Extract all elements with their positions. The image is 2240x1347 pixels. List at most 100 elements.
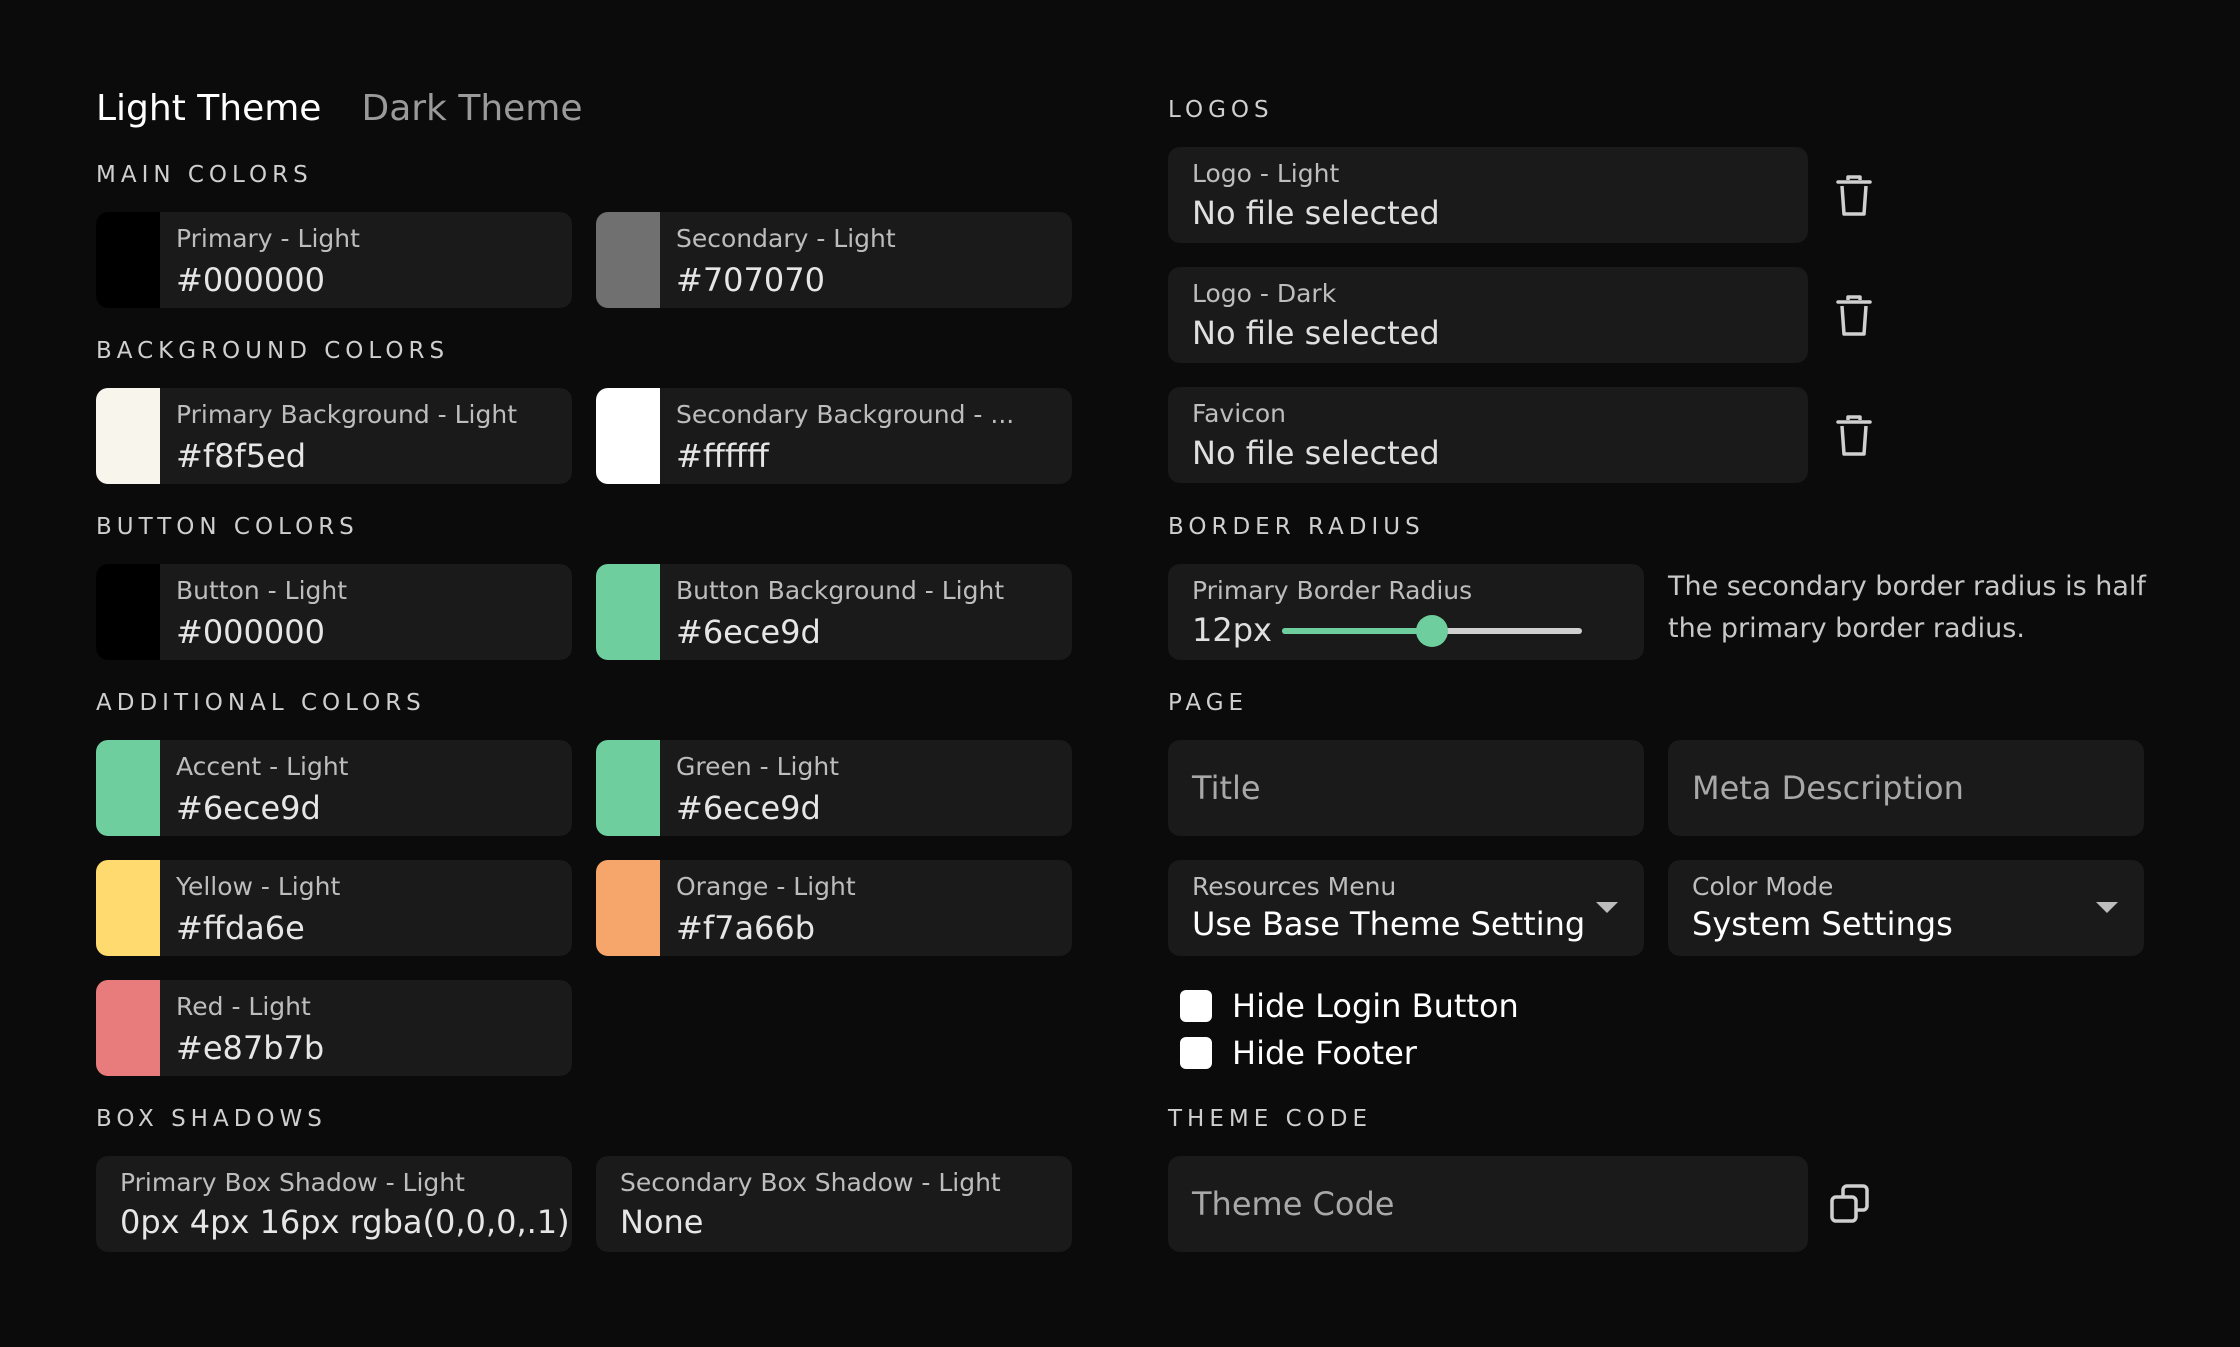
copy-theme-code-button[interactable]: [1824, 1178, 1876, 1230]
section-background-colors: BACKGROUND COLORS: [96, 338, 450, 364]
color-label: Yellow - Light: [176, 872, 341, 901]
color-swatch[interactable]: [96, 740, 160, 836]
checkbox-label: Hide Login Button: [1232, 987, 1519, 1025]
page-title-input[interactable]: Title: [1168, 740, 1644, 836]
tab-dark-theme[interactable]: Dark Theme: [361, 88, 582, 129]
color-green[interactable]: Green - Light #6ece9d: [596, 740, 1072, 836]
color-value[interactable]: #6ece9d: [176, 789, 349, 827]
trash-icon: [1836, 175, 1872, 216]
section-box-shadows: BOX SHADOWS: [96, 1106, 327, 1132]
trash-icon: [1836, 295, 1872, 336]
color-orange[interactable]: Orange - Light #f7a66b: [596, 860, 1072, 956]
field-label: Primary Border Radius: [1192, 576, 1473, 605]
color-label: Button - Light: [176, 576, 348, 605]
hide-footer-option[interactable]: Hide Footer: [1180, 1034, 1417, 1072]
section-additional-colors: ADDITIONAL COLORS: [96, 690, 426, 716]
color-value[interactable]: #ffffff: [676, 437, 1014, 475]
chevron-down-icon: [1596, 902, 1618, 913]
select-value: Use Base Theme Setting: [1192, 905, 1586, 943]
color-label: Accent - Light: [176, 752, 349, 781]
color-label: Secondary - Light: [676, 224, 896, 253]
color-swatch[interactable]: [596, 740, 660, 836]
field-label: Resources Menu: [1192, 872, 1397, 901]
select-value: System Settings: [1692, 905, 1953, 943]
input-placeholder: Theme Code: [1192, 1185, 1395, 1223]
color-swatch[interactable]: [96, 980, 160, 1076]
delete-logo-dark-button[interactable]: [1828, 290, 1880, 342]
color-value[interactable]: #ffda6e: [176, 909, 340, 947]
input-placeholder: Title: [1192, 769, 1261, 807]
theme-code-input[interactable]: Theme Code: [1168, 1156, 1808, 1252]
field-label: Color Mode: [1692, 872, 1834, 901]
field-label: Primary Box Shadow - Light: [120, 1168, 465, 1197]
delete-logo-light-button[interactable]: [1828, 170, 1880, 222]
primary-box-shadow-field[interactable]: Primary Box Shadow - Light 0px 4px 16px …: [96, 1156, 572, 1252]
tab-light-theme[interactable]: Light Theme: [96, 88, 321, 129]
color-label: Button Background - Light: [676, 576, 1005, 605]
color-swatch[interactable]: [96, 860, 160, 956]
hide-login-checkbox[interactable]: [1180, 990, 1212, 1022]
color-label: Primary - Light: [176, 224, 360, 253]
color-label: Orange - Light: [676, 872, 856, 901]
color-swatch[interactable]: [596, 860, 660, 956]
logo-light-upload[interactable]: Logo - Light No file selected: [1168, 147, 1808, 243]
file-status: No file selected: [1192, 434, 1440, 472]
color-red[interactable]: Red - Light #e87b7b: [96, 980, 572, 1076]
meta-description-input[interactable]: Meta Description: [1668, 740, 2144, 836]
file-status: No file selected: [1192, 194, 1440, 232]
color-yellow[interactable]: Yellow - Light #ffda6e: [96, 860, 572, 956]
color-swatch[interactable]: [596, 564, 660, 660]
color-value[interactable]: #6ece9d: [676, 613, 1004, 651]
logo-dark-upload[interactable]: Logo - Dark No file selected: [1168, 267, 1808, 363]
color-secondary-background[interactable]: Secondary Background - ... #ffffff: [596, 388, 1072, 484]
color-value[interactable]: #000000: [176, 261, 360, 299]
color-value[interactable]: #707070: [676, 261, 896, 299]
section-theme-code: THEME CODE: [1168, 1106, 1372, 1132]
color-value[interactable]: #6ece9d: [676, 789, 839, 827]
color-swatch[interactable]: [96, 388, 160, 484]
color-swatch[interactable]: [96, 564, 160, 660]
border-radius-control: Primary Border Radius 12px: [1168, 564, 1644, 660]
color-swatch[interactable]: [596, 388, 660, 484]
color-label: Secondary Background - ...: [676, 400, 1015, 429]
color-swatch[interactable]: [96, 212, 160, 308]
color-swatch[interactable]: [596, 212, 660, 308]
field-value[interactable]: None: [620, 1203, 1048, 1241]
color-primary[interactable]: Primary - Light #000000: [96, 212, 572, 308]
color-secondary[interactable]: Secondary - Light #707070: [596, 212, 1072, 308]
section-logos: LOGOS: [1168, 97, 1274, 123]
theme-settings-page: Light Theme Dark Theme MAIN COLORS Prima…: [0, 0, 2240, 1347]
favicon-upload[interactable]: Favicon No file selected: [1168, 387, 1808, 483]
field-label: Secondary Box Shadow - Light: [620, 1168, 1001, 1197]
border-radius-note: The secondary border radius is half the …: [1668, 571, 2146, 644]
color-accent[interactable]: Accent - Light #6ece9d: [96, 740, 572, 836]
color-button[interactable]: Button - Light #000000: [96, 564, 572, 660]
section-main-colors: MAIN COLORS: [96, 162, 313, 188]
chevron-down-icon: [2096, 902, 2118, 913]
color-value[interactable]: #f8f5ed: [176, 437, 517, 475]
color-value[interactable]: #f7a66b: [676, 909, 856, 947]
field-value[interactable]: 0px 4px 16px rgba(0,0,0,.1): [120, 1203, 570, 1241]
color-mode-select[interactable]: Color Mode System Settings: [1668, 860, 2144, 956]
section-border-radius: BORDER RADIUS: [1168, 514, 1425, 540]
color-primary-background[interactable]: Primary Background - Light #f8f5ed: [96, 388, 572, 484]
resources-menu-select[interactable]: Resources Menu Use Base Theme Setting: [1168, 860, 1644, 956]
color-value[interactable]: #e87b7b: [176, 1029, 324, 1067]
field-label: Logo - Dark: [1192, 279, 1337, 308]
color-button-background[interactable]: Button Background - Light #6ece9d: [596, 564, 1072, 660]
hide-login-button-option[interactable]: Hide Login Button: [1180, 987, 1519, 1025]
file-status: No file selected: [1192, 314, 1440, 352]
color-value[interactable]: #000000: [176, 613, 347, 651]
border-radius-value: 12px: [1192, 611, 1272, 649]
color-label: Red - Light: [176, 992, 311, 1021]
field-label: Logo - Light: [1192, 159, 1340, 188]
section-button-colors: BUTTON COLORS: [96, 514, 359, 540]
field-label: Favicon: [1192, 399, 1287, 428]
delete-favicon-button[interactable]: [1828, 410, 1880, 462]
border-radius-slider[interactable]: [1282, 614, 1582, 647]
secondary-box-shadow-field[interactable]: Secondary Box Shadow - Light None: [596, 1156, 1072, 1252]
input-placeholder: Meta Description: [1692, 769, 1964, 807]
hide-footer-checkbox[interactable]: [1180, 1037, 1212, 1069]
slider-thumb[interactable]: [1416, 615, 1448, 647]
slider-fill: [1282, 628, 1432, 634]
